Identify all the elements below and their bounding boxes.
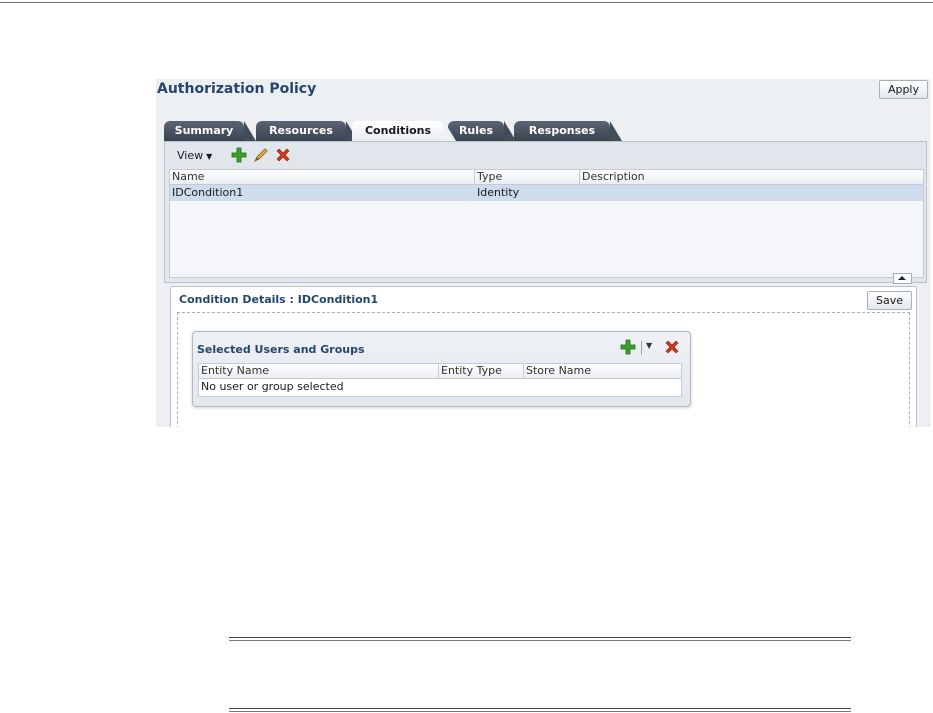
tab-rules[interactable]: Rules [448, 121, 516, 141]
column-header-entity-type[interactable]: Entity Type [439, 364, 524, 378]
column-header-entity-name[interactable]: Entity Name [199, 364, 439, 378]
table-header: Name Type Description [170, 170, 923, 185]
column-header-store-name[interactable]: Store Name [524, 364, 681, 378]
users-groups-title: Selected Users and Groups [197, 343, 365, 356]
page-title: Authorization Policy [157, 81, 317, 97]
view-menu-label: View [177, 149, 204, 162]
tab-resources[interactable]: Resources [256, 121, 358, 141]
view-menu[interactable]: View ▼ [177, 149, 212, 162]
table-row[interactable]: IDCondition1 Identity [170, 185, 923, 201]
chevron-down-icon[interactable]: ▼ [646, 341, 652, 350]
note-top-rule-inner [229, 640, 851, 641]
cell-type: Identity [477, 186, 520, 199]
note-bottom-rule [229, 708, 851, 709]
save-button[interactable]: Save [866, 291, 912, 310]
cell-name: IDCondition1 [172, 186, 244, 199]
empty-message: No user or group selected [201, 380, 344, 393]
apply-button[interactable]: Apply [878, 80, 928, 99]
tab-responses[interactable]: Responses [514, 121, 622, 141]
table-empty-area [170, 201, 923, 277]
toolbar-separator [641, 341, 642, 355]
column-header-type[interactable]: Type [475, 170, 580, 184]
edit-icon[interactable] [253, 147, 269, 163]
column-header-name[interactable]: Name [170, 170, 475, 184]
conditions-toolbar: View ▼ [165, 146, 926, 166]
users-groups-table: Entity Name Entity Type Store Name No us… [198, 363, 682, 397]
conditions-table: Name Type Description IDCondition1 Ident… [169, 169, 924, 278]
tab-summary[interactable]: Summary [164, 121, 256, 141]
conditions-panel: View ▼ Name Type Description IDCondition1… [164, 141, 927, 283]
tab-conditions[interactable]: Conditions [352, 121, 456, 141]
collapse-pane-button[interactable] [893, 273, 912, 284]
delete-icon[interactable] [664, 339, 680, 355]
screenshot-frame: Authorization Policy Apply Summary Resou… [156, 79, 931, 427]
column-header-description[interactable]: Description [580, 170, 923, 184]
delete-icon[interactable] [275, 147, 291, 163]
add-icon[interactable] [231, 147, 247, 163]
add-icon[interactable] [620, 339, 636, 355]
chevron-down-icon: ▼ [206, 152, 213, 161]
note-bottom-rule-inner [229, 711, 851, 712]
cell-description [580, 185, 923, 201]
condition-details-title: Condition Details : IDCondition1 [179, 293, 379, 306]
table-header: Entity Name Entity Type Store Name [199, 364, 681, 379]
note-top-rule [229, 637, 851, 638]
page-top-rule [0, 2, 933, 3]
